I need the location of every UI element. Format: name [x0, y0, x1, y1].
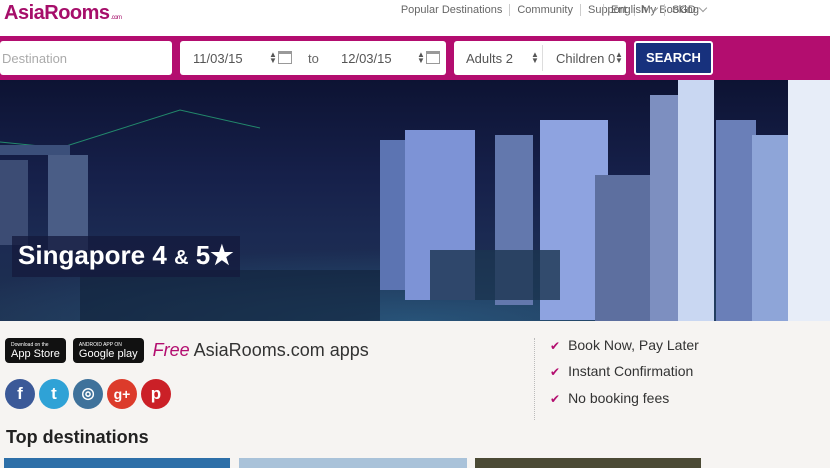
top-header: AsiaRooms.com Popular Destinations Commu…	[0, 0, 830, 36]
calendar-icon[interactable]	[278, 51, 292, 64]
check-icon: ✔	[550, 339, 561, 353]
destination-thumb[interactable]	[475, 458, 701, 468]
logo-suffix: .com	[110, 15, 123, 21]
adults-select[interactable]: Adults 2	[466, 51, 513, 66]
googleplus-icon[interactable]: g+	[107, 379, 137, 409]
checkin-date[interactable]: 11/03/15	[193, 51, 243, 66]
search-button[interactable]: SEARCH	[634, 41, 713, 75]
logo-text: AsiaRooms	[4, 2, 110, 24]
checkin-stepper[interactable]: ▲ ▼	[269, 51, 277, 65]
app-store-text: App Store	[11, 347, 60, 360]
destination-input[interactable]: Destination	[0, 41, 172, 75]
app-download-row: Download on the App Store ANDROID APP ON…	[5, 338, 369, 363]
hero-title[interactable]: Singapore 4 & 5★	[12, 236, 240, 277]
social-links: f t ◎ g+ p	[5, 379, 175, 409]
to-label: to	[308, 51, 319, 66]
facebook-icon[interactable]: f	[5, 379, 35, 409]
hero-title-end: 5★	[195, 240, 234, 270]
feature-book-now: ✔ Book Now, Pay Later	[550, 337, 699, 353]
currency-label: SGD	[672, 4, 696, 16]
pinterest-icon[interactable]: p	[141, 379, 171, 409]
adults-stepper[interactable]: ▲ ▼	[531, 51, 539, 65]
free-apps-label: AsiaRooms.com apps	[189, 340, 369, 360]
feature-label: No booking fees	[568, 390, 670, 406]
top-nav: Popular Destinations Community Support M…	[394, 4, 706, 16]
hero-title-amp: &	[174, 247, 189, 269]
language-label: English	[611, 4, 648, 16]
calendar-icon[interactable]	[426, 51, 440, 64]
guests-divider	[542, 45, 543, 71]
asiarooms-logo[interactable]: AsiaRooms.com	[4, 2, 122, 25]
nav-popular-destinations[interactable]: Popular Destinations	[394, 4, 510, 16]
free-word: Free	[152, 340, 190, 360]
chevron-down-icon	[698, 3, 708, 13]
children-select[interactable]: Children 0	[556, 51, 615, 66]
app-store-badge[interactable]: Download on the App Store	[5, 338, 66, 363]
feature-label: Book Now, Pay Later	[568, 337, 699, 353]
hero-banner[interactable]: Singapore 4 & 5★	[0, 80, 830, 321]
feature-no-fees: ✔ No booking fees	[550, 390, 669, 406]
google-play-badge[interactable]: ANDROID APP ON Google play	[72, 338, 144, 363]
check-icon: ✔	[550, 392, 561, 406]
nav-community[interactable]: Community	[509, 4, 580, 16]
chevron-down-icon	[649, 3, 659, 13]
checkout-stepper[interactable]: ▲ ▼	[417, 51, 425, 65]
check-icon: ✔	[550, 365, 561, 379]
twitter-icon[interactable]: t	[39, 379, 69, 409]
feature-instant-confirmation: ✔ Instant Confirmation	[550, 363, 693, 379]
section-divider	[534, 338, 535, 420]
instagram-icon[interactable]: ◎	[73, 379, 103, 409]
free-apps-text: Free AsiaRooms.com apps	[153, 340, 369, 361]
checkout-date[interactable]: 12/03/15	[341, 51, 392, 66]
date-range: 11/03/15 ▲ ▼ to 12/03/15 ▲ ▼	[180, 41, 446, 75]
feature-label: Instant Confirmation	[568, 363, 694, 379]
children-stepper[interactable]: ▲ ▼	[615, 51, 623, 65]
singapore-skyline-image	[0, 80, 830, 321]
destination-thumb[interactable]	[239, 458, 467, 468]
guests-selector: Adults 2 ▲ ▼ Children 0 ▲ ▼	[454, 41, 626, 75]
top-destinations-heading: Top destinations	[6, 427, 149, 447]
language-selector[interactable]: English	[603, 3, 659, 16]
google-play-text: Google play	[78, 347, 138, 360]
destination-thumb[interactable]	[4, 458, 230, 468]
currency-selector[interactable]: SGD	[664, 3, 708, 16]
hero-title-text: Singapore 4	[18, 240, 167, 270]
